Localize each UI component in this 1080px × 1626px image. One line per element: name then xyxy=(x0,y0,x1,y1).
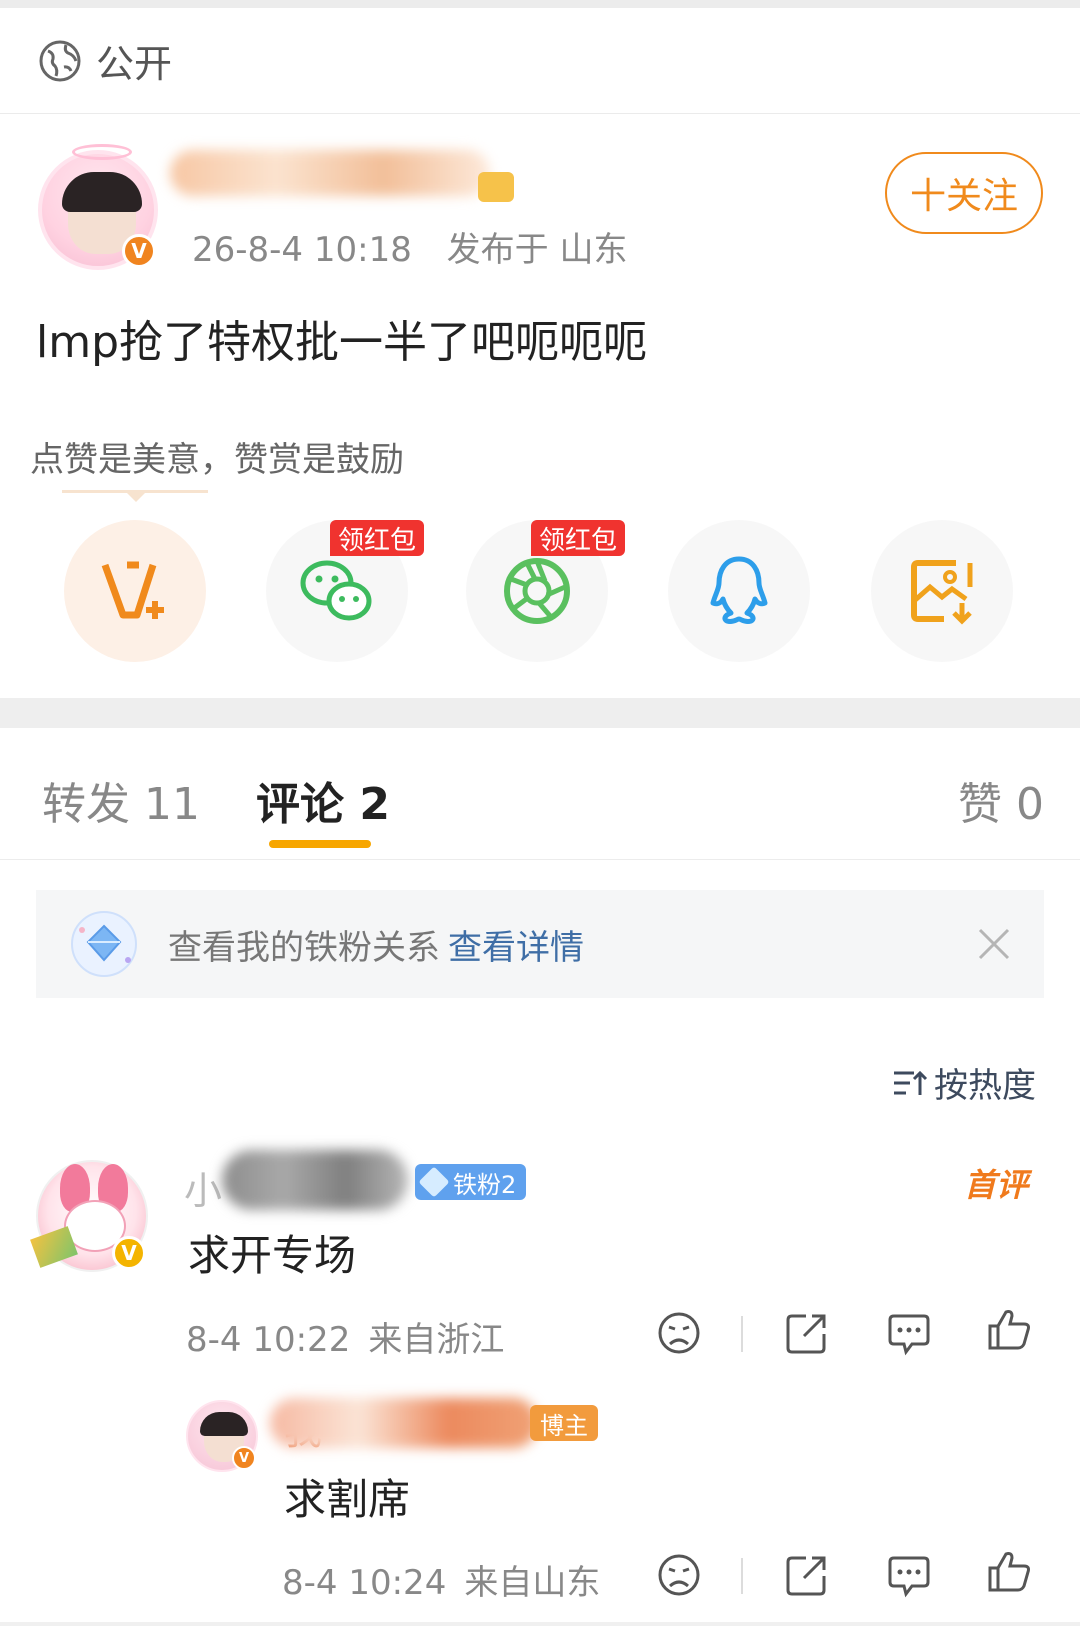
comment-meta: 8-4 10:22 来自浙江 xyxy=(186,1312,504,1361)
post-location: 发布于 山东 xyxy=(446,230,628,270)
share-icon xyxy=(786,1314,826,1354)
comment-bubble-icon xyxy=(888,1556,930,1598)
fans-banner[interactable]: 查看我的铁粉关系 查看详情 xyxy=(36,890,1044,998)
comment-text: 求开专场 xyxy=(188,1231,357,1280)
author-name-redacted[interactable] xyxy=(170,150,490,196)
moments-icon xyxy=(504,558,570,624)
verified-badge-icon: V xyxy=(112,1236,146,1270)
sort-label: 按热度 xyxy=(934,1066,1036,1106)
dislike-button[interactable] xyxy=(656,1310,702,1356)
save-image-button[interactable] xyxy=(871,520,1013,662)
reward-button[interactable] xyxy=(64,520,206,662)
verified-badge-icon: V xyxy=(232,1446,256,1470)
globe-icon xyxy=(39,40,81,81)
red-packet-tag-wechat: 领红包 xyxy=(330,520,425,556)
action-separator xyxy=(741,1558,743,1594)
tab-comments[interactable]: 评论 2 xyxy=(256,768,390,832)
close-icon[interactable] xyxy=(976,926,1012,962)
post-timestamp: 26-8-4 10:18 xyxy=(192,230,412,270)
sort-toggle[interactable]: 按热度 xyxy=(892,1058,1036,1107)
share-qq-button[interactable] xyxy=(668,520,810,662)
commenter-name-prefix[interactable]: 小 xyxy=(184,1160,222,1215)
qq-icon xyxy=(710,556,768,625)
level-crown-icon xyxy=(478,172,514,202)
diamond-icon xyxy=(71,911,137,977)
red-packet-tag-moments: 领红包 xyxy=(531,520,626,556)
reply-meta: 8-4 10:24 来自山东 xyxy=(282,1555,600,1604)
wechat-icon xyxy=(300,560,372,621)
save-image-icon xyxy=(911,560,973,625)
verified-badge-icon: V xyxy=(122,234,156,268)
hint-caret xyxy=(124,490,148,502)
reply-location: 来自山东 xyxy=(464,1563,601,1603)
repost-comment-button[interactable] xyxy=(784,1310,830,1356)
bottom-divider xyxy=(0,1622,1080,1626)
comment-bubble-icon xyxy=(888,1314,930,1356)
thumbs-up-icon xyxy=(988,1552,1030,1592)
host-badge: 博主 xyxy=(530,1405,598,1441)
like-button[interactable] xyxy=(986,1548,1032,1594)
reply-button[interactable] xyxy=(886,1552,932,1598)
tab-reposts[interactable]: 转发 11 xyxy=(42,768,200,832)
author-avatar[interactable]: V xyxy=(38,144,158,270)
commenter-name-redacted[interactable] xyxy=(222,1150,408,1210)
repost-comment-button[interactable] xyxy=(784,1552,830,1598)
fans-details-link[interactable]: 查看详情 xyxy=(448,928,584,968)
follow-button[interactable]: 十关注 xyxy=(885,152,1043,234)
sad-face-icon xyxy=(658,1312,700,1354)
commenter-avatar[interactable]: V xyxy=(30,1160,148,1272)
sort-icon xyxy=(894,1070,928,1095)
tab-indicator xyxy=(269,840,371,848)
section-divider xyxy=(0,698,1080,728)
tab-likes[interactable]: 赞 0 xyxy=(958,768,1044,832)
reward-hint: 点赞是美意，赞赏是鼓励 xyxy=(30,440,404,480)
reply-name-redacted[interactable] xyxy=(270,1398,538,1448)
post-content: lmp抢了特权批一半了吧呃呃呃 xyxy=(36,317,648,368)
first-comment-tag: 首评 xyxy=(964,1166,1029,1204)
post-meta: 26-8-4 10:18 发布于 山东 xyxy=(192,222,627,271)
comment-time: 8-4 10:22 xyxy=(186,1320,351,1360)
reply-time: 8-4 10:24 xyxy=(282,1563,447,1603)
thumbs-up-icon xyxy=(988,1310,1030,1350)
privacy-label: 公开 xyxy=(96,42,173,86)
comment-location: 来自浙江 xyxy=(368,1320,505,1360)
dislike-button[interactable] xyxy=(656,1552,702,1598)
fan-level-badge: 铁粉2 xyxy=(415,1164,527,1200)
reply-avatar[interactable]: V xyxy=(186,1400,258,1472)
like-button[interactable] xyxy=(986,1306,1032,1352)
tab-bar: 转发 11 评论 2 赞 0 xyxy=(0,728,1080,860)
fans-banner-text: 查看我的铁粉关系 查看详情 xyxy=(168,928,584,968)
share-icon xyxy=(786,1556,826,1596)
action-separator xyxy=(741,1316,743,1352)
sad-face-icon xyxy=(658,1554,700,1596)
reply-text: 求割席 xyxy=(284,1475,411,1524)
fan-gem-icon xyxy=(418,1166,450,1198)
reward-v-icon xyxy=(101,561,164,619)
reply-button[interactable] xyxy=(886,1310,932,1356)
top-divider xyxy=(0,0,1080,8)
privacy-row[interactable]: 公开 xyxy=(0,8,1080,114)
